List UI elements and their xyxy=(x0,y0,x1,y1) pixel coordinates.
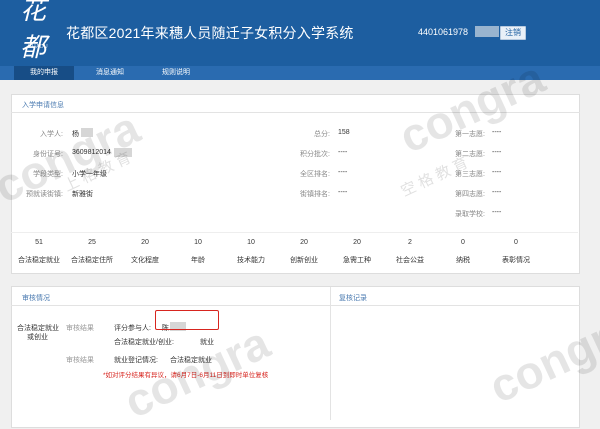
stat-item: 20 创新创业 xyxy=(280,239,328,265)
choice-2-value: ---- xyxy=(492,149,502,156)
stat-name: 技术能力 xyxy=(237,257,265,264)
stat-value: 20 xyxy=(300,239,308,246)
applicant-value: 杨 xyxy=(72,131,79,138)
stat-name: 文化程度 xyxy=(131,257,159,264)
stat-item: 0 表彰情况 xyxy=(492,239,540,265)
stat-item: 20 急需工种 xyxy=(333,239,381,265)
district-rank-label: 全区排名: xyxy=(300,171,330,178)
app-logo: 花都 xyxy=(20,0,47,63)
tab-rules[interactable]: 规则说明 xyxy=(146,66,206,80)
employment-value: 就业 xyxy=(200,339,214,346)
stat-name: 年龄 xyxy=(191,257,205,264)
grade-type-label: 学段类型: xyxy=(33,171,63,178)
stat-value: 0 xyxy=(514,239,518,246)
section-divider xyxy=(11,112,580,113)
stat-name: 社会公益 xyxy=(396,257,424,264)
stat-value: 51 xyxy=(35,239,43,246)
id-number-redaction xyxy=(114,148,132,157)
score-breakdown: 51 合法稳定就业 25 合法稳定住所 20 文化程度 10 年龄 10 技术能… xyxy=(11,232,578,273)
stat-value: 25 xyxy=(88,239,96,246)
stat-value: 2 xyxy=(408,239,412,246)
stat-value: 0 xyxy=(461,239,465,246)
stat-item: 2 社会公益 xyxy=(386,239,434,265)
stat-item: 51 合法稳定就业 xyxy=(15,239,63,265)
choice-4-value: ---- xyxy=(492,189,502,196)
choice-3-label: 第三志愿: xyxy=(455,171,485,178)
user-id-redaction xyxy=(475,26,499,37)
stat-name: 合法稳定住所 xyxy=(71,257,113,264)
choice-2-label: 第二志愿: xyxy=(455,151,485,158)
logout-button[interactable]: 注销 xyxy=(500,26,526,40)
id-number-value: 3609812014 xyxy=(72,149,111,156)
applicant-redaction xyxy=(81,128,93,137)
app-logo-subtitle: HUADU xyxy=(27,44,49,50)
app-title: 花都区2021年来穗人员随迁子女积分入学系统 xyxy=(66,25,354,41)
applicant-label: 入学人: xyxy=(40,131,63,138)
stat-name: 纳税 xyxy=(456,257,470,264)
stat-value: 20 xyxy=(353,239,361,246)
grade-type-value: 小学一年级 xyxy=(72,171,107,178)
review-card xyxy=(11,286,580,428)
admitted-school-label: 录取学校: xyxy=(455,211,485,218)
review-result-label-1: 审核结果 xyxy=(66,325,94,332)
street-label: 预就读街镇: xyxy=(26,191,63,198)
review-column-divider xyxy=(330,287,331,420)
main-nav: 我的申报 消息通知 规则说明 xyxy=(0,66,600,80)
stat-value: 10 xyxy=(194,239,202,246)
tab-my-application[interactable]: 我的申报 xyxy=(14,66,74,80)
id-number-label: 身份证号: xyxy=(33,151,63,158)
registration-label: 就业登记情况: xyxy=(114,357,158,364)
stat-item: 10 技术能力 xyxy=(227,239,275,265)
review-result-label-2: 审核结果 xyxy=(66,357,94,364)
objection-note: *如对评分结果有异议，请6月7日-6月11日到即时单位复核 xyxy=(103,372,269,379)
stat-value: 10 xyxy=(247,239,255,246)
choice-3-value: ---- xyxy=(492,169,502,176)
street-rank-label: 街镇排名: xyxy=(300,191,330,198)
district-rank-value: ---- xyxy=(338,169,348,176)
review-category-line-2: 或创业 xyxy=(27,334,48,341)
choice-4-label: 第四志愿: xyxy=(455,191,485,198)
admitted-school-value: ---- xyxy=(492,209,502,216)
total-score-label: 总分: xyxy=(314,131,330,138)
recheck-record-title: 复核记录 xyxy=(339,295,367,302)
stat-item: 10 年龄 xyxy=(174,239,222,265)
stat-name: 急需工种 xyxy=(343,257,371,264)
employment-label: 合法稳定就业/创业: xyxy=(114,339,174,346)
choice-1-value: ---- xyxy=(492,129,502,136)
application-section-title: 入学申请信息 xyxy=(22,102,64,109)
street-rank-value: ---- xyxy=(338,189,348,196)
stat-name: 合法稳定就业 xyxy=(18,257,60,264)
review-section-title: 审核情况 xyxy=(22,295,50,302)
batch-value: ---- xyxy=(338,149,348,156)
stat-item: 25 合法稳定住所 xyxy=(68,239,116,265)
tab-notifications[interactable]: 消息通知 xyxy=(80,66,140,80)
participant-label: 评分参与人: xyxy=(114,325,151,332)
registration-value: 合法稳定就业 xyxy=(170,357,212,364)
app-header: 花都 HUADU 花都区2021年来穗人员随迁子女积分入学系统 44010619… xyxy=(0,0,600,66)
street-value: 新雅街 xyxy=(72,191,93,198)
total-score-value: 158 xyxy=(338,129,350,136)
stat-item: 20 文化程度 xyxy=(121,239,169,265)
batch-label: 积分批次: xyxy=(300,151,330,158)
stat-name: 表彰情况 xyxy=(502,257,530,264)
choice-1-label: 第一志愿: xyxy=(455,131,485,138)
participant-highlight-box xyxy=(155,310,219,330)
stat-item: 0 纳税 xyxy=(439,239,487,265)
user-account-id: 4401061978 xyxy=(418,27,469,37)
stat-name: 创新创业 xyxy=(290,257,318,264)
review-title-divider xyxy=(11,305,580,306)
stat-value: 20 xyxy=(141,239,149,246)
